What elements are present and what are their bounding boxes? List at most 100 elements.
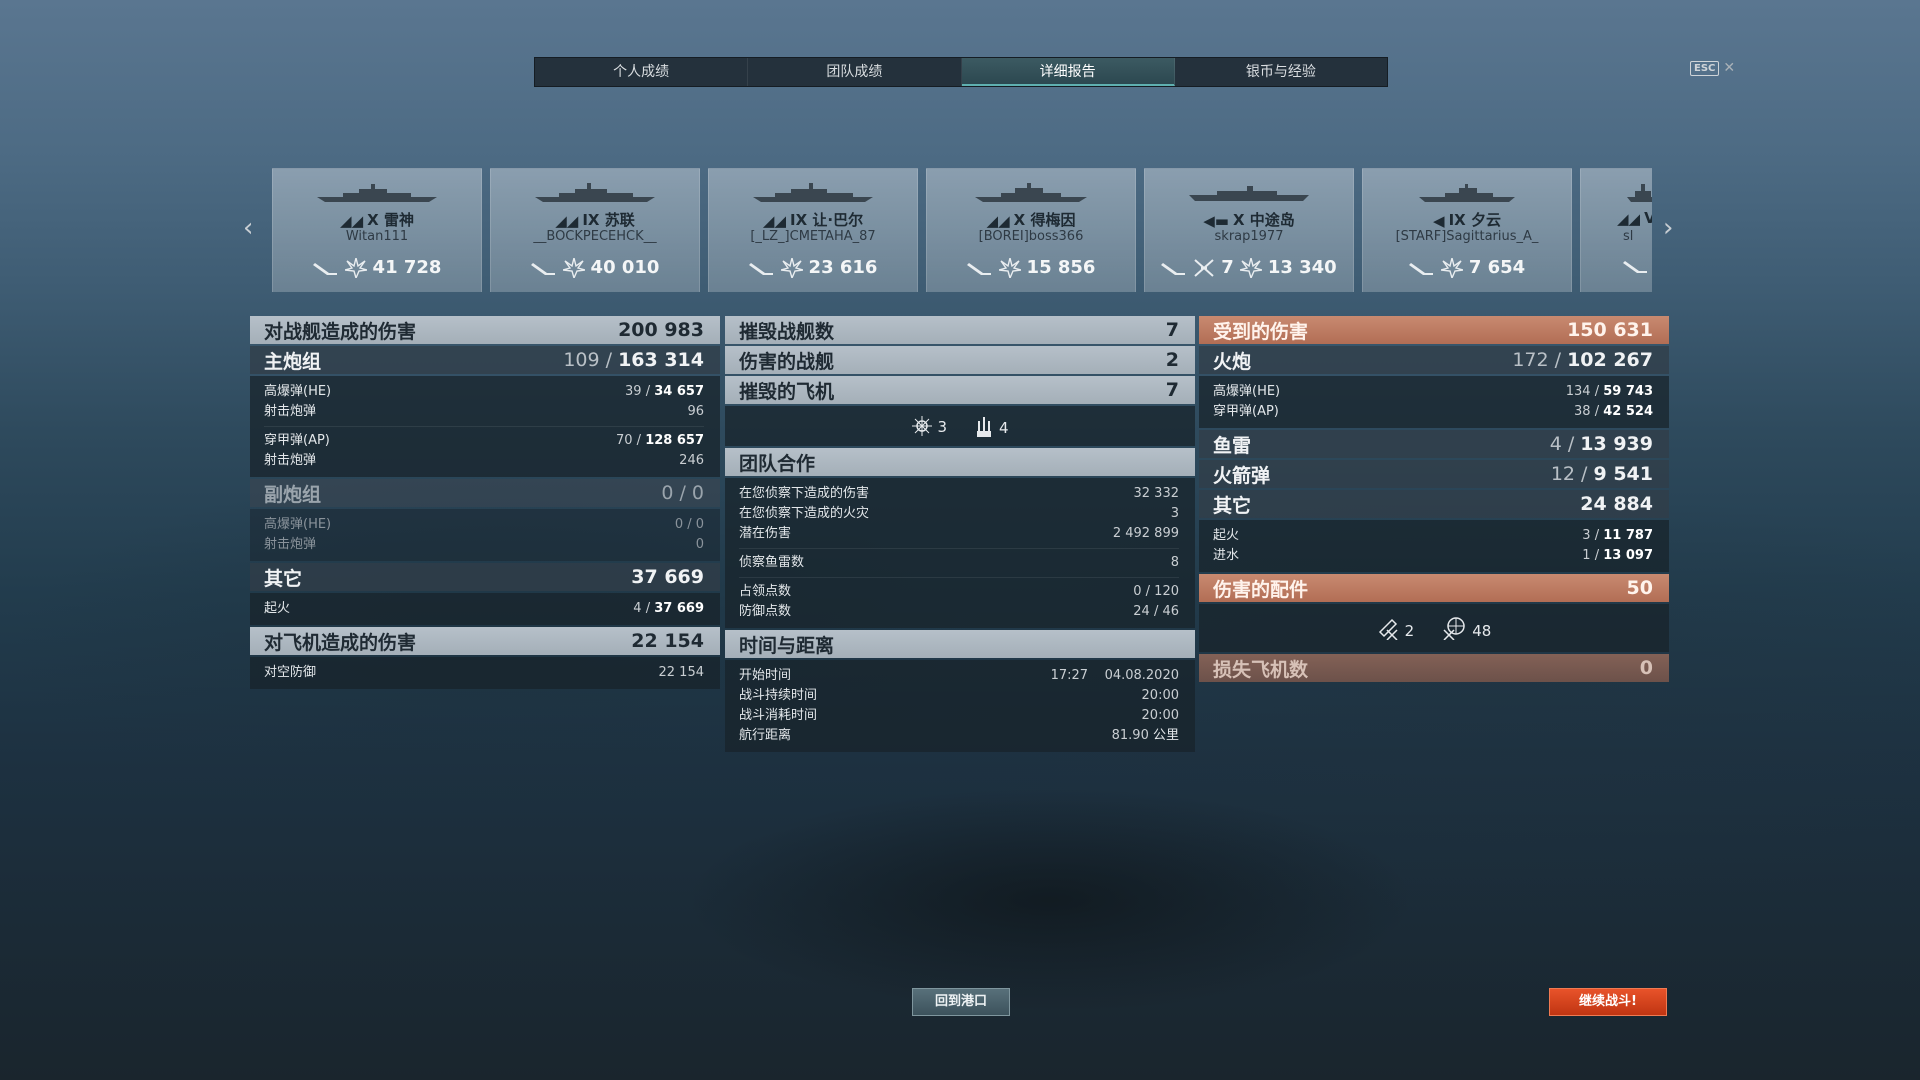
ship-stats: 40 010 <box>491 257 699 278</box>
damage-dealt-column: 对战舰造成的伤害 200 983 主炮组 109 / 163 314 高爆弹(HE… <box>250 316 720 691</box>
damage-burst-icon <box>998 257 1021 278</box>
tab-personal[interactable]: 个人成绩 <box>535 58 749 86</box>
ship-name-line: ◢◢ IX 苏联 <box>555 211 635 230</box>
ship-card[interactable]: ◢◢ V sl <box>1580 168 1652 292</box>
ship-name-line: ◢◢ IX 让·巴尔 <box>762 211 864 230</box>
battleship-class-icon: ◢◢ <box>340 211 364 230</box>
aircraft-damage-header: 对飞机造成的伤害 22 154 <box>250 627 720 655</box>
cruiser-class-icon: ◢◢ <box>986 211 1010 230</box>
ship-card[interactable]: ◀▬ X 中途岛 skrap1977 7 13 340 <box>1144 168 1354 292</box>
main-battery-header: 主炮组 109 / 163 314 <box>250 346 720 374</box>
modules-damaged-breakdown: 2 48 <box>1199 604 1669 652</box>
torpedoes-spotted-row: 侦察鱼雷数 8 <box>739 555 1179 570</box>
esc-key-icon: ESC <box>1690 60 1720 76</box>
battle-duration-row: 战斗持续时间 20:00 <box>739 688 1179 703</box>
ships-damaged-header: 伤害的战舰 2 <box>725 346 1195 374</box>
carousel-prev-arrow-icon[interactable]: ‹ <box>243 213 253 243</box>
ship-card[interactable]: ◢◢ X 雷神 Witan111 41 728 <box>272 168 482 292</box>
ship-silhouette-icon <box>975 183 1087 202</box>
carrier-class-icon: ◀▬ <box>1203 211 1229 230</box>
damage-burst-icon <box>1239 257 1262 278</box>
ship-silhouette-icon <box>317 184 437 202</box>
ship-damage-value: 41 728 <box>372 257 442 278</box>
planes-lost-header: 损失飞机数 0 <box>1199 654 1669 682</box>
time-distance-details: 开始时间 17:27 04.08.2020 战斗持续时间 20:00 战斗消耗时间… <box>725 660 1195 752</box>
module-gun-icon <box>1378 618 1398 640</box>
ship-damage-value: 15 856 <box>1026 257 1096 278</box>
main-battery-details: 高爆弹(HE) 39 / 34 657 射击炮弹 96 穿甲弹(AP) 70 / … <box>250 376 720 477</box>
close-button[interactable]: ESC ✕ <box>1690 60 1735 76</box>
ship-silhouette-icon <box>1419 184 1515 202</box>
continue-battle-button[interactable]: 继续战斗! <box>1549 988 1667 1016</box>
sec-he-row: 高爆弹(HE) 0 / 0 <box>264 517 704 532</box>
team-play-details: 在您侦察下造成的伤害 32 332 在您侦察下造成的火灾 3 潜在伤害 2 492 8… <box>725 478 1195 628</box>
ship-stats: 7 654 <box>1363 257 1571 278</box>
ship-stats: 15 856 <box>927 257 1135 278</box>
spot-fires-row: 在您侦察下造成的火灾 3 <box>739 506 1179 521</box>
damage-burst-icon <box>1440 257 1463 278</box>
ship-silhouette-icon <box>1189 186 1309 201</box>
torpedoes-received-header: 鱼雷 4 / 13 939 <box>1199 430 1669 458</box>
player-name: Witan111 <box>345 229 409 244</box>
ship-name-line: ◢◢ V <box>1617 209 1652 228</box>
torpedo-hit-icon <box>966 262 991 275</box>
aa-gun-icon <box>977 417 991 437</box>
torpedo-hit-icon <box>1623 261 1647 273</box>
ships-destroyed-header: 摧毁战舰数 7 <box>725 316 1195 344</box>
player-name: [BOREI]boss366 <box>978 229 1084 244</box>
player-name: __BOCKPECEHCK__ <box>533 229 657 244</box>
tab-detailed-report[interactable]: 详细报告 <box>961 58 1175 86</box>
fire-row: 起火 4 / 37 669 <box>264 601 704 616</box>
ship-name-line: ◢◢ X 雷神 <box>340 211 414 230</box>
ship-stats: 7 13 340 <box>1145 257 1353 278</box>
tab-team[interactable]: 团队成绩 <box>748 58 962 86</box>
battleship-class-icon: ◢◢ <box>1617 209 1641 228</box>
tab-credits-xp[interactable]: 银币与经验 <box>1175 58 1387 86</box>
ship-carousel: ◢◢ X 雷神 Witan111 41 728 ◢◢ IX 苏联 __BOCKPEC… <box>272 168 1652 292</box>
other-received-header: 其它 24 884 <box>1199 490 1669 518</box>
spot-damage-row: 在您侦察下造成的伤害 32 332 <box>739 486 1179 501</box>
team-play-header: 团队合作 <box>725 448 1195 476</box>
ship-card[interactable]: ◢◢ IX 让·巴尔 [_LZ_]CMETAHA_87 23 616 <box>708 168 918 292</box>
planes-destroyed-header: 摧毁的飞机 7 <box>725 376 1195 404</box>
rockets-received-header: 火箭弹 12 / 9 541 <box>1199 460 1669 488</box>
artillery-header: 火炮 172 / 102 267 <box>1199 346 1669 374</box>
artillery-details: 高爆弹(HE) 134 / 59 743 穿甲弹(AP) 38 / 42 524 <box>1199 376 1669 428</box>
return-to-port-button[interactable]: 回到港口 <box>912 988 1010 1016</box>
art-he-row: 高爆弹(HE) 134 / 59 743 <box>1213 384 1653 399</box>
report-tabs: 个人成绩 团队成绩 详细报告 银币与经验 <box>534 57 1388 87</box>
crosshair-plane-icon <box>912 416 933 436</box>
ship-name-line: ◢◢ X 得梅因 <box>986 211 1076 230</box>
battleship-class-icon: ◢◢ <box>555 211 579 230</box>
time-distance-header: 时间与距离 <box>725 630 1195 658</box>
torpedo-hit-icon <box>1161 262 1186 275</box>
capture-points-row: 占领点数 0 / 120 <box>739 584 1179 599</box>
ship-card[interactable]: ◢◢ IX 苏联 __BOCKPECEHCK__ 40 010 <box>490 168 700 292</box>
ship-card[interactable]: ◢◢ X 得梅因 [BOREI]boss366 15 856 <box>926 168 1136 292</box>
player-name: [_LZ_]CMETAHA_87 <box>750 229 876 244</box>
player-name: [STARF]Sagittarius_A_ <box>1395 229 1539 244</box>
damage-burst-icon <box>780 257 803 278</box>
other-damage-header: 其它 37 669 <box>250 563 720 591</box>
mb-ap-shots-row: 射击炮弹 246 <box>264 453 704 468</box>
aircraft-damage-details: 对空防御 22 154 <box>250 657 720 689</box>
ship-damage-header: 对战舰造成的伤害 200 983 <box>250 316 720 344</box>
sec-shots-row: 射击炮弹 0 <box>264 537 704 552</box>
ship-card[interactable]: ◀ IX 夕云 [STARF]Sagittarius_A_ 7 654 <box>1362 168 1572 292</box>
destroyer-class-icon: ◀ <box>1433 211 1445 230</box>
aa-row: 对空防御 22 154 <box>264 665 704 680</box>
player-name: skrap1977 <box>1214 229 1284 244</box>
ship-stats: 23 616 <box>709 257 917 278</box>
ship-name-line: ◀▬ X 中途岛 <box>1203 211 1295 230</box>
distance-row: 航行距离 81.90 公里 <box>739 728 1179 743</box>
ship-damage-value: 13 340 <box>1267 257 1337 278</box>
battleship-class-icon: ◢◢ <box>762 211 786 230</box>
combat-summary-column: 摧毁战舰数 7 伤害的战舰 2 摧毁的飞机 7 3 4 团队合作 在您侦察下造成的伤害… <box>725 316 1195 754</box>
ship-damage-value: 23 616 <box>808 257 878 278</box>
flooding-received-row: 进水 1 / 13 097 <box>1213 548 1653 563</box>
mb-ap-row: 穿甲弹(AP) 70 / 128 657 <box>264 433 704 448</box>
art-ap-row: 穿甲弹(AP) 38 / 42 524 <box>1213 404 1653 419</box>
battle-elapsed-row: 战斗消耗时间 20:00 <box>739 708 1179 723</box>
carousel-next-arrow-icon[interactable]: › <box>1663 213 1673 243</box>
planes-destroyed-icon <box>1194 258 1214 277</box>
